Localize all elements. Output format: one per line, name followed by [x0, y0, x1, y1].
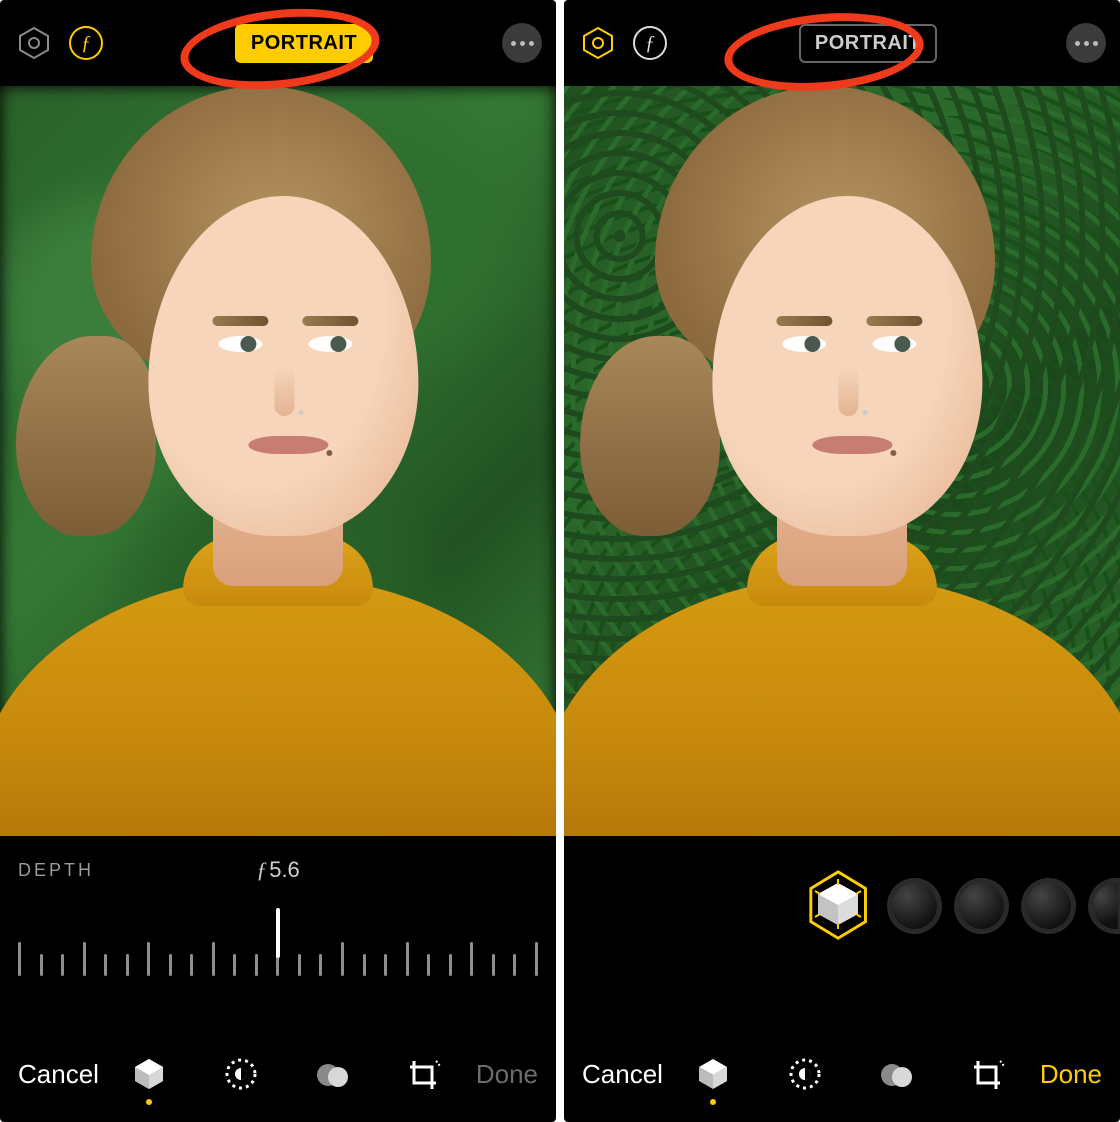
portrait-tab[interactable] — [127, 1047, 171, 1101]
crop-tab[interactable] — [967, 1047, 1011, 1101]
bottom-toolbar: Cancel Done — [564, 1026, 1120, 1122]
lighting-option[interactable] — [1091, 881, 1120, 931]
portrait-mode-button[interactable]: PORTRAIT — [235, 24, 373, 63]
aperture-icon[interactable]: ƒ — [630, 23, 670, 63]
active-tab-dot — [146, 1099, 152, 1105]
screenshot-left: ƒ PORTRAIT DEPTH ƒ5.6 — [0, 0, 556, 1122]
cancel-button[interactable]: Cancel — [582, 1059, 663, 1090]
adjust-tab[interactable] — [783, 1047, 827, 1101]
depth-slider[interactable] — [18, 928, 538, 976]
adjust-tab[interactable] — [219, 1047, 263, 1101]
screenshot-right: ƒ PORTRAIT — [564, 0, 1120, 1122]
portrait-tab[interactable] — [691, 1047, 735, 1101]
active-tab-dot — [710, 1099, 716, 1105]
controls-area — [564, 836, 1120, 1026]
portrait-mode-button[interactable]: PORTRAIT — [799, 24, 937, 63]
photo-preview[interactable] — [0, 86, 556, 836]
depth-value: ƒ5.6 — [256, 857, 300, 883]
bottom-toolbar: Cancel Done — [0, 1026, 556, 1122]
lighting-hex-icon[interactable] — [14, 23, 54, 63]
lighting-options-row[interactable] — [804, 866, 1120, 946]
done-button[interactable]: Done — [1040, 1059, 1102, 1090]
controls-area: DEPTH ƒ5.6 — [0, 836, 556, 1026]
more-button[interactable] — [1066, 23, 1106, 63]
done-button[interactable]: Done — [476, 1059, 538, 1090]
aperture-icon[interactable]: ƒ — [66, 23, 106, 63]
top-bar: ƒ PORTRAIT — [564, 0, 1120, 86]
cancel-button[interactable]: Cancel — [18, 1059, 99, 1090]
photo-preview[interactable] — [564, 86, 1120, 836]
depth-label: DEPTH — [18, 860, 94, 881]
lighting-option[interactable] — [957, 881, 1006, 931]
top-bar: ƒ PORTRAIT — [0, 0, 556, 86]
lighting-option-selected[interactable] — [804, 866, 872, 946]
lighting-option[interactable] — [890, 881, 939, 931]
lighting-option[interactable] — [1024, 881, 1073, 931]
depth-slider-indicator[interactable] — [276, 908, 280, 958]
lighting-hex-icon[interactable] — [578, 23, 618, 63]
filters-tab[interactable] — [311, 1047, 355, 1101]
crop-tab[interactable] — [403, 1047, 447, 1101]
more-button[interactable] — [502, 23, 542, 63]
filters-tab[interactable] — [875, 1047, 919, 1101]
